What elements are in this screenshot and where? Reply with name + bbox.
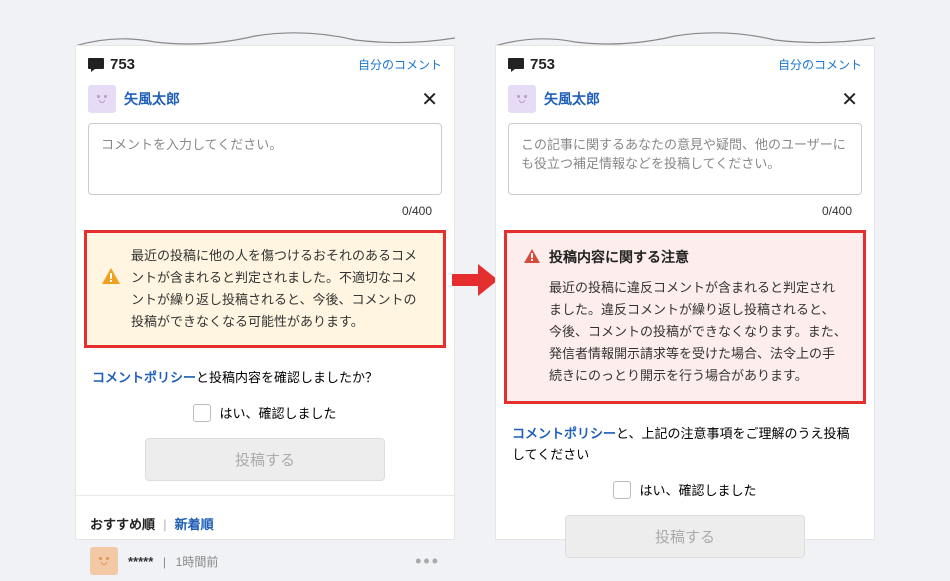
sort-row: おすすめ順|新着順 [76,506,454,541]
confirm-checkbox[interactable] [613,481,631,499]
commenter-avatar [90,547,118,575]
username[interactable]: 矢風太郎 [124,89,180,109]
comment-panel-after: 753 自分のコメント 矢風太郎 ✕ 0/400 投稿内容に関する注意 最近の投… [495,45,875,540]
warning-box: 最近の投稿に他の人を傷つけるおそれのあるコメントが含まれると判定されました。不適… [87,233,443,345]
submit-button[interactable]: 投稿する [565,515,805,558]
sort-recommended[interactable]: おすすめ順 [90,517,155,532]
warning-box-highlight: 投稿内容に関する注意 最近の投稿に違反コメントが含まれると判定されました。違反コ… [504,230,866,404]
policy-link[interactable]: コメントポリシー [92,370,196,385]
avatar [508,85,536,113]
user-row: 矢風太郎 ✕ [76,81,454,123]
confirm-row: はい、確認しました [496,470,874,509]
policy-row: コメントポリシーと、上記の注意事項をご理解のうえ投稿してください [496,414,874,470]
comment-sep: | [163,555,166,569]
transition-arrow-icon [452,262,498,298]
comment-count: 753 [88,56,135,73]
warning-title: 投稿内容に関する注意 [549,247,689,267]
username[interactable]: 矢風太郎 [544,89,600,109]
comment-textarea[interactable] [88,123,442,195]
confirm-label: はい、確認しました [219,403,336,422]
comment-time: 1時間前 [176,555,219,569]
comment-bubble-icon [508,58,524,72]
confirm-label: はい、確認しました [639,480,756,499]
comment-textarea[interactable] [508,123,862,195]
comment-count: 753 [508,56,555,73]
char-count: 0/400 [402,204,432,218]
warning-text: 最近の投稿に他の人を傷つけるおそれのあるコメントが含まれると判定されました。不適… [131,245,429,333]
warning-box: 投稿内容に関する注意 最近の投稿に違反コメントが含まれると判定されました。違反コ… [507,233,863,401]
warning-body: 最近の投稿に違反コメントが含まれると判定されました。違反コメントが繰り返し投稿さ… [523,277,847,387]
user-row: 矢風太郎 ✕ [496,81,874,123]
comment-count-value: 753 [530,56,555,73]
confirm-checkbox[interactable] [193,404,211,422]
warning-triangle-icon [523,248,541,267]
more-icon[interactable]: ••• [415,551,440,572]
confirm-row: はい、確認しました [76,393,454,432]
header: 753 自分のコメント [76,46,454,81]
comment-bubble-icon [88,58,104,72]
avatar [88,85,116,113]
my-comment-link[interactable]: 自分のコメント [778,56,862,73]
comment-count-value: 753 [110,56,135,73]
warning-box-highlight: 最近の投稿に他の人を傷つけるおそれのあるコメントが含まれると判定されました。不適… [84,230,446,348]
my-comment-link[interactable]: 自分のコメント [358,56,442,73]
close-button[interactable]: ✕ [837,87,862,112]
comment-item: ***** | 1時間前 ••• [76,541,454,581]
close-button[interactable]: ✕ [417,87,442,112]
policy-link[interactable]: コメントポリシー [512,426,616,441]
divider [76,495,454,496]
sort-newest[interactable]: 新着順 [175,517,214,532]
char-count: 0/400 [822,204,852,218]
header: 753 自分のコメント [496,46,874,81]
submit-button[interactable]: 投稿する [145,438,385,481]
comment-panel-before: 753 自分のコメント 矢風太郎 ✕ 0/400 最近の投稿に他の人を傷つけるお… [75,45,455,540]
warning-triangle-icon [101,267,121,288]
policy-suffix: と投稿内容を確認しましたか？ [196,370,378,385]
policy-row: コメントポリシーと投稿内容を確認しましたか？ [76,358,454,393]
